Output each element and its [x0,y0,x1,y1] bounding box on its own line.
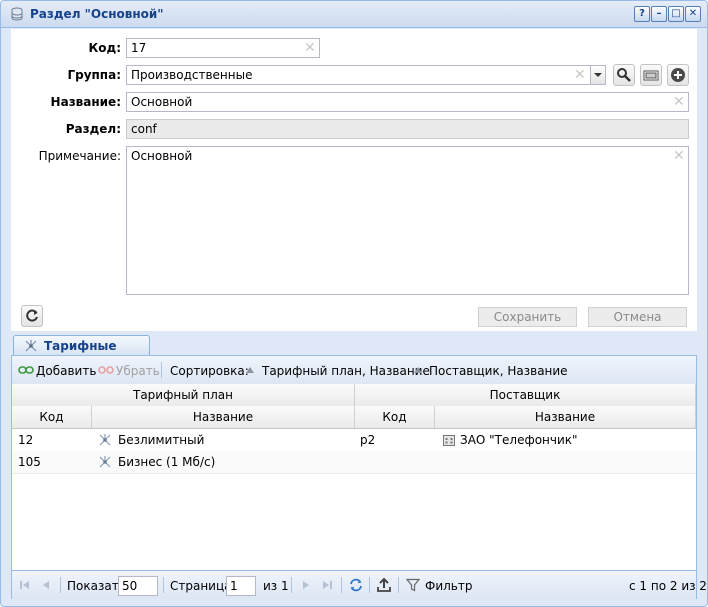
tariff-grid-panel: Добавить Убрать Сортировка: Тарифный пла… [11,355,707,599]
supplier-name-cell: ЗАО "Телефончик" [460,433,578,447]
clear-icon[interactable]: ✕ [673,95,685,109]
razdel-field: conf [126,119,689,139]
toolbar-separator [398,577,399,593]
building-icon [443,435,455,446]
col-header-plan-name[interactable]: Название [92,406,355,428]
toolbar-separator [161,362,162,378]
maximize-icon[interactable]: □ [668,6,684,22]
title-bar[interactable]: Раздел "Основной" ? – □ ✕ [1,1,707,28]
network-icon [25,340,37,352]
sort-tariff-label: Тарифный план, Название [262,364,430,378]
sort-asc-icon [246,367,254,373]
folder-open-icon[interactable] [640,64,662,86]
last-page-icon[interactable] [320,578,334,592]
database-icon [11,7,23,21]
page-label: Страница [170,579,232,593]
kod-field[interactable]: 17 [126,38,320,58]
filter-button[interactable]: Фильтр [404,571,472,599]
add-circle-icon[interactable] [667,64,689,86]
unlink-icon [98,366,114,374]
gruppa-label: Группа: [67,68,121,82]
group-header-tariff[interactable]: Тарифный план [12,384,355,406]
search-icon[interactable] [613,64,635,86]
table-row[interactable]: 105 Бизнес (1 Мб/с) [12,451,696,474]
primechanie-value: Основной [131,149,193,163]
filter-icon [406,578,420,592]
network-icon [99,434,111,446]
window: Раздел "Основной" ? – □ ✕ Код: 17 ✕ Груп… [0,0,708,607]
refresh-icon[interactable] [348,577,364,593]
gruppa-combo[interactable]: Производственные [126,65,592,85]
toolbar-separator [163,577,164,593]
sort-tariff-button[interactable]: Тарифный план, Название [244,356,430,384]
sort-supplier-button[interactable]: Поставщик, Название [412,356,568,384]
add-label: Добавить [36,364,97,378]
grid-column-header: Код Название Код Название [12,406,696,429]
col-header-plan-code[interactable]: Код [12,406,92,428]
clear-icon[interactable]: ✕ [304,41,316,55]
toolbar-separator [341,577,342,593]
close-icon[interactable]: ✕ [685,6,701,22]
toolbar-separator [60,577,61,593]
nazvanie-value: Основной [131,95,193,109]
add-button[interactable]: Добавить [16,356,96,384]
help-icon[interactable]: ? [634,6,650,22]
razdel-value: conf [131,122,157,136]
cancel-button[interactable]: Отмена [588,307,687,327]
page-number-input[interactable]: 1 [226,576,256,596]
minimize-icon[interactable]: – [651,6,667,22]
nazvanie-label: Название: [50,95,121,109]
clear-icon[interactable]: ✕ [673,149,685,163]
network-icon [99,456,111,468]
gruppa-value: Производственные [131,68,253,82]
primechanie-textarea[interactable]: Основной [126,146,689,295]
toolbar-separator [291,577,292,593]
supplier-code-cell: p2 [360,433,376,447]
export-icon[interactable] [376,577,392,593]
first-page-icon[interactable] [18,578,32,592]
filter-label: Фильтр [425,579,473,593]
prev-page-icon[interactable] [39,578,53,592]
page-size-input[interactable]: 50 [118,576,158,596]
refresh-button[interactable] [21,305,43,327]
plan-name-cell: Безлимитный [118,433,205,447]
grid-group-header: Тарифный план Поставщик [12,384,696,407]
razdel-label: Раздел: [65,122,121,136]
window-title: Раздел "Основной" [30,7,164,21]
toolbar-separator [369,577,370,593]
paging-summary: с 1 по 2 из 2 [629,579,707,593]
table-row[interactable]: 12 Безлимитный p2 ЗАО "Телефончик" [12,429,696,452]
plan-code-cell: 12 [18,433,34,447]
page-size-label: Показать [67,579,126,593]
col-header-supplier-name[interactable]: Название [435,406,696,428]
save-button[interactable]: Сохранить [478,307,577,327]
remove-button[interactable]: Убрать [96,356,160,384]
col-header-supplier-code[interactable]: Код [355,406,435,428]
refresh-icon [26,309,38,322]
next-page-icon[interactable] [299,578,313,592]
sort-supplier-label: Поставщик, Название [429,364,568,378]
primechanie-label: Примечание: [38,149,121,163]
sort-label: Сортировка: [170,364,249,378]
kod-value: 17 [131,41,147,55]
nazvanie-field[interactable]: Основной [126,92,689,112]
remove-label: Убрать [116,364,160,378]
dropdown-arrow-icon[interactable] [590,65,606,85]
grid-toolbar: Добавить Убрать Сортировка: Тарифный пла… [12,356,696,384]
page-count: из 1 [263,579,289,593]
sort-asc-icon [414,367,422,373]
plan-code-cell: 105 [18,455,41,469]
paging-toolbar: Показать 50 Страница 1 из 1 Фильтр с 1 п… [12,570,707,599]
edit-form: Код: 17 ✕ Группа: Производственные ✕ Наз… [11,29,697,331]
tab-tariff-plans[interactable]: Тарифные планы [13,335,150,367]
group-header-supplier[interactable]: Поставщик [355,384,696,406]
plan-name-cell: Бизнес (1 Мб/с) [118,455,216,469]
link-add-icon [18,366,34,374]
clear-icon[interactable]: ✕ [574,68,586,82]
kod-label: Код: [88,41,121,55]
tab-strip: Тарифные планы [11,335,697,367]
